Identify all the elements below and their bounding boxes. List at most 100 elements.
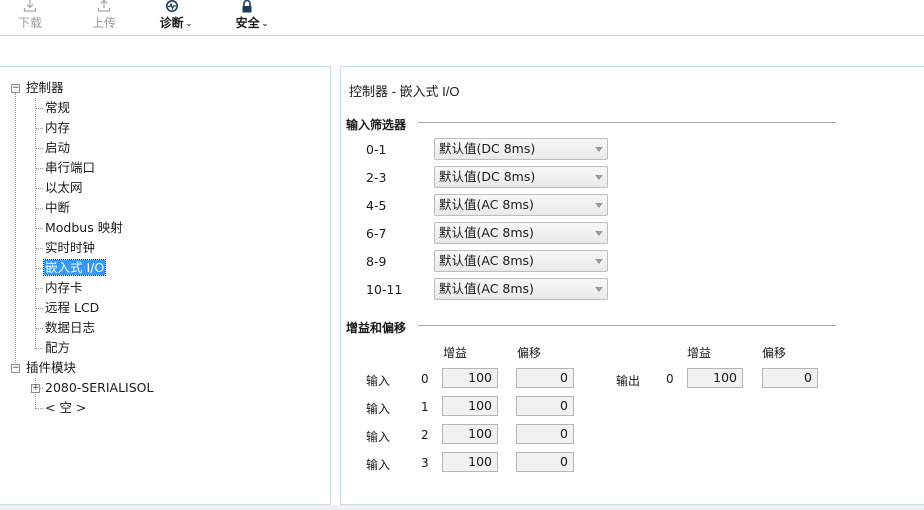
tree-node-empty-slot[interactable]: < 空 > [45, 399, 86, 417]
tree-connector [35, 188, 43, 189]
toolbar: 下载 上传 诊断 ⌄ 安全 ⌄ [0, 0, 924, 36]
filter-select-0-1[interactable]: 默认值(DC 8ms) [434, 138, 608, 160]
chevron-down-icon: ⌄ [261, 19, 269, 28]
tree-node-memory[interactable]: 内存 [45, 119, 70, 137]
filter-select-8-9[interactable]: 默认值(AC 8ms) [434, 250, 608, 272]
output-index: 0 [666, 372, 674, 386]
upload-button[interactable]: 上传 [86, 0, 122, 34]
tree-node-startup[interactable]: 启动 [45, 139, 70, 157]
input-0-gain-field[interactable]: 100 [442, 368, 498, 388]
tree-node-ethernet[interactable]: 以太网 [45, 179, 83, 197]
dropdown-arrow-icon [595, 203, 603, 208]
tree-node-memory-card[interactable]: 内存卡 [45, 279, 83, 297]
tree-connector [15, 93, 16, 369]
input-0-offset-field[interactable]: 0 [516, 368, 574, 388]
input-label: 输入 [366, 458, 391, 472]
input-index: 1 [421, 400, 429, 414]
tree-connector [40, 388, 43, 389]
security-label: 安全 [235, 16, 260, 30]
tree-connector [35, 148, 43, 149]
upload-icon [97, 0, 111, 12]
download-icon [23, 0, 37, 12]
diagnostics-icon [166, 0, 178, 12]
filter-row-label: 0-1 [366, 142, 387, 157]
output-0-offset-field[interactable]: 0 [762, 368, 818, 388]
diagnose-label: 诊断 [159, 16, 184, 30]
input-label: 输入 [366, 402, 391, 416]
tree-connector [35, 308, 43, 309]
tree-connector [35, 288, 43, 289]
collapse-controller-icon[interactable]: − [11, 84, 20, 93]
chevron-down-icon: ⌄ [185, 19, 193, 28]
lock-icon [242, 0, 252, 13]
tree-node-remote-lcd[interactable]: 远程 LCD [45, 299, 99, 317]
tree-node-controller[interactable]: 控制器 [26, 79, 64, 97]
dropdown-arrow-icon [595, 147, 603, 152]
tree-node-modbus-mapping[interactable]: Modbus 映射 [45, 219, 123, 237]
security-button[interactable]: 安全 ⌄ [230, 0, 274, 34]
section-divider [418, 122, 836, 123]
input-gain-header: 增益 [443, 346, 468, 360]
tree-node-embedded-io[interactable]: 嵌入式 I/O [42, 259, 107, 277]
gain-offset-heading: 增益和偏移 [346, 321, 407, 335]
tree-connector [35, 98, 36, 349]
output-label: 输出 [616, 374, 641, 388]
tree-node-plugin-modules[interactable]: 插件模块 [26, 359, 76, 377]
upload-label: 上传 [91, 16, 116, 30]
input-3-offset-field[interactable]: 0 [516, 452, 574, 472]
input-label: 输入 [366, 374, 391, 388]
collapse-plugins-icon[interactable]: − [11, 364, 20, 373]
expand-serialisol-icon[interactable]: + [31, 384, 40, 393]
diagnose-button[interactable]: 诊断 ⌄ [154, 0, 198, 34]
filter-row-label: 4-5 [366, 198, 387, 213]
dropdown-arrow-icon [595, 259, 603, 264]
section-divider [418, 325, 836, 326]
input-1-offset-field[interactable]: 0 [516, 396, 574, 416]
input-filter-heading: 输入筛选器 [346, 118, 407, 132]
config-panel: 控制器 - 嵌入式 I/O 输入筛选器 0-1 默认值(DC 8ms) 2-3 … [340, 66, 924, 505]
tree-connector [35, 268, 43, 269]
filter-row-label: 2-3 [366, 170, 387, 185]
input-label: 输入 [366, 430, 391, 444]
dropdown-arrow-icon [595, 175, 603, 180]
input-1-gain-field[interactable]: 100 [442, 396, 498, 416]
download-button[interactable]: 下载 [12, 0, 48, 34]
dropdown-arrow-icon [595, 287, 603, 292]
input-index: 2 [421, 428, 429, 442]
tree-node-real-time-clock[interactable]: 实时时钟 [45, 239, 95, 257]
input-3-gain-field[interactable]: 100 [442, 452, 498, 472]
output-offset-header: 偏移 [762, 346, 787, 360]
filter-select-2-3[interactable]: 默认值(DC 8ms) [434, 166, 608, 188]
tree-connector [35, 408, 43, 409]
tree-node-serial-port[interactable]: 串行端口 [45, 159, 95, 177]
tree-node-general[interactable]: 常规 [45, 99, 70, 117]
tree-connector [35, 168, 43, 169]
tree-node-datalog[interactable]: 数据日志 [45, 319, 95, 337]
dropdown-arrow-icon [595, 231, 603, 236]
input-index: 3 [421, 456, 429, 470]
tree-connector [35, 208, 43, 209]
tree-connector [35, 248, 43, 249]
tree-node-recipe[interactable]: 配方 [45, 339, 70, 357]
page-title: 控制器 - 嵌入式 I/O [349, 84, 460, 99]
tree-connector [35, 228, 43, 229]
tree-node-interrupts[interactable]: 中断 [45, 199, 70, 217]
download-label: 下载 [17, 16, 42, 30]
filter-select-10-11[interactable]: 默认值(AC 8ms) [434, 278, 608, 300]
tree-node-serialisol[interactable]: 2080-SERIALISOL [45, 379, 153, 397]
output-0-gain-field[interactable]: 100 [687, 368, 743, 388]
filter-select-4-5[interactable]: 默认值(AC 8ms) [434, 194, 608, 216]
tree-connector [35, 328, 43, 329]
input-index: 0 [421, 372, 429, 386]
filter-row-label: 8-9 [366, 254, 387, 269]
filter-row-label: 6-7 [366, 226, 387, 241]
navigation-tree: − 控制器 常规 内存 启动 串行端口 以太网 中断 Modbus 映射 实时时… [0, 66, 331, 505]
tree-connector [35, 128, 43, 129]
filter-select-6-7[interactable]: 默认值(AC 8ms) [434, 222, 608, 244]
tree-connector [35, 348, 43, 349]
input-2-gain-field[interactable]: 100 [442, 424, 498, 444]
input-2-offset-field[interactable]: 0 [516, 424, 574, 444]
output-gain-header: 增益 [687, 346, 712, 360]
tree-connector [35, 108, 43, 109]
status-strip [0, 505, 924, 510]
